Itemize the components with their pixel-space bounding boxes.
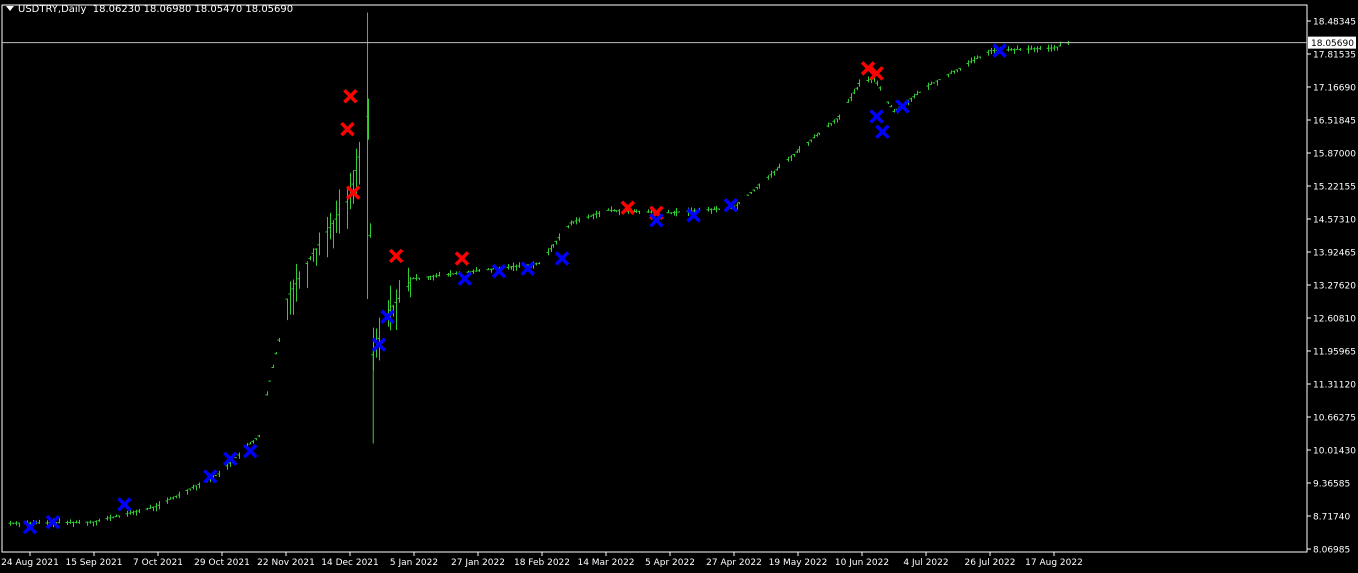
x-tick-label: 15 Sep 2021 — [65, 558, 122, 568]
collapse-triangle-icon[interactable] — [6, 6, 14, 11]
x-tick-label: 18 Feb 2022 — [514, 558, 570, 568]
y-tick-label: 11.95965 — [1313, 348, 1356, 358]
x-tick-label: 27 Apr 2022 — [706, 558, 762, 568]
x-tick-label: 5 Apr 2022 — [645, 558, 695, 568]
y-tick-label: 13.27620 — [1313, 282, 1356, 292]
chart-area[interactable]: USDTRY,Daily 18.06230 18.06980 18.05470 … — [0, 0, 1358, 573]
x-tick-label: 14 Dec 2021 — [321, 558, 379, 568]
x-tick-label: 29 Oct 2021 — [194, 558, 250, 568]
x-tick-label: 26 Jul 2022 — [965, 558, 1016, 568]
y-tick-label: 17.81535 — [1313, 51, 1356, 61]
x-tick-label: 19 May 2022 — [769, 558, 828, 568]
x-tick-label: 27 Jan 2022 — [451, 558, 505, 568]
buy-marker-icon — [243, 443, 258, 459]
sell-marker-icon — [340, 121, 355, 137]
buy-marker-icon — [554, 251, 570, 266]
x-tick-label: 7 Oct 2021 — [133, 558, 183, 568]
y-tick-label: 18.48345 — [1313, 18, 1356, 28]
x-tick-label: 22 Nov 2021 — [257, 558, 315, 568]
chart-canvas[interactable]: 18.48345 17.81535 17.16690 16.51845 15.87000… — [0, 0, 1358, 573]
y-tick-label: 10.01430 — [1313, 447, 1356, 457]
x-tick-label: 24 Aug 2021 — [1, 558, 59, 568]
y-tick-label: 10.66275 — [1313, 414, 1356, 424]
x-tick-label: 5 Jan 2022 — [390, 558, 438, 568]
buy-marker-icon — [992, 43, 1007, 58]
sell-marker-icon — [343, 88, 358, 104]
y-tick-label: 12.60810 — [1313, 315, 1356, 325]
buy-marker-icon — [875, 124, 890, 139]
sell-marker-icon — [620, 200, 636, 215]
buy-marker-icon — [869, 109, 884, 124]
x-tick-label: 17 Aug 2022 — [1025, 558, 1083, 568]
buy-marker-icon — [457, 271, 473, 286]
y-tick-label: 14.57310 — [1313, 216, 1356, 226]
x-tick-label: 4 Jul 2022 — [903, 558, 948, 568]
buy-marker-icon — [117, 497, 132, 512]
y-tick-label: 16.51845 — [1313, 117, 1356, 127]
x-tick-label: 10 Jun 2022 — [835, 558, 889, 568]
buy-marker-icon — [649, 213, 664, 228]
sell-marker-icon — [388, 248, 404, 264]
plot-frame — [1, 4, 1308, 553]
y-tick-label: 15.87000 — [1313, 150, 1356, 160]
buy-marker-icon — [520, 261, 535, 276]
y-tick-label: 15.22155 — [1313, 183, 1356, 193]
y-tick-label: 13.92465 — [1313, 249, 1356, 259]
y-tick-label: 8.71740 — [1313, 513, 1350, 523]
buy-marker-icon — [45, 514, 61, 530]
ohlc-readout: 18.06230 18.06980 18.05470 18.05690 — [92, 4, 294, 15]
sell-marker-icon — [454, 251, 470, 266]
symbol-label: USDTRY,Daily — [18, 4, 87, 15]
x-tick-label: 14 Mar 2022 — [577, 558, 634, 568]
buy-marker-icon — [380, 309, 395, 325]
y-tick-label: 17.16690 — [1313, 84, 1356, 94]
chart-header: USDTRY,Daily 18.06230 18.06980 18.05470 … — [6, 4, 293, 15]
y-tick-label: 8.06985 — [1313, 546, 1350, 556]
y-tick-label: 11.31120 — [1313, 381, 1356, 391]
buy-marker-icon — [895, 99, 910, 114]
current-price-label: 18.05690 — [1311, 39, 1354, 49]
y-tick-label: 9.36585 — [1313, 480, 1350, 490]
buy-marker-icon — [371, 337, 387, 352]
buy-marker-icon — [723, 197, 739, 213]
